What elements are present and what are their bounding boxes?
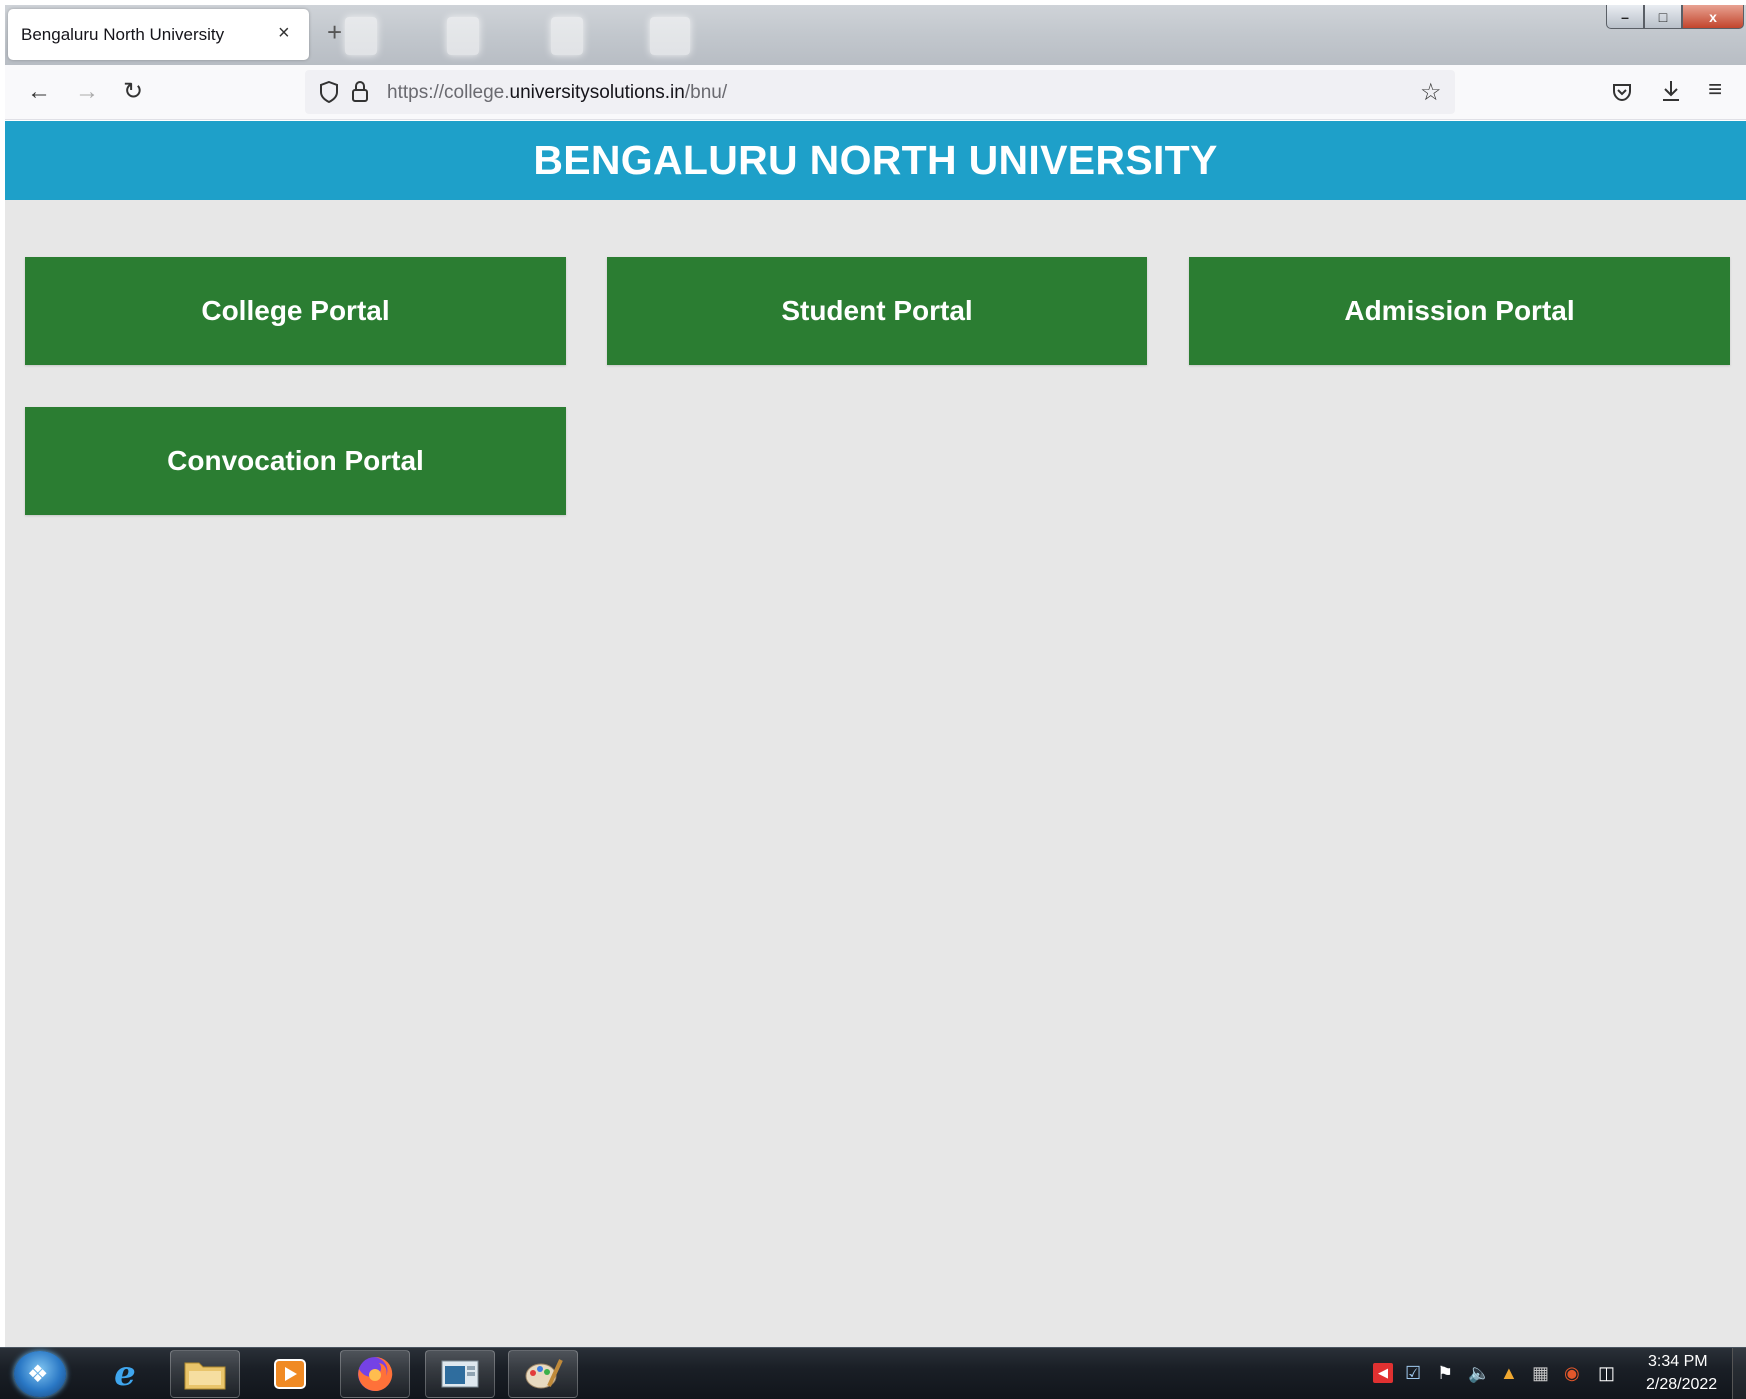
new-tab-button[interactable]: + <box>327 19 342 45</box>
portal-label: College Portal <box>201 295 390 326</box>
volume-icon[interactable]: 🔈 <box>1468 1363 1490 1383</box>
network-monitor-icon[interactable]: ◫ <box>1598 1363 1615 1383</box>
url-path: /bnu/ <box>684 82 728 103</box>
admission-portal-button[interactable]: Admission Portal <box>1189 257 1730 365</box>
close-tab-icon[interactable]: × <box>278 22 290 44</box>
portal-label: Student Portal <box>781 295 973 326</box>
screen: Bengaluru North University × + – □ x ← →… <box>0 0 1746 1399</box>
browser-tab[interactable]: Bengaluru North University × <box>8 9 309 60</box>
minimize-button[interactable]: – <box>1606 5 1644 29</box>
close-window-button[interactable]: x <box>1682 5 1744 29</box>
reload-icon[interactable]: ↻ <box>123 79 143 105</box>
page-content: BENGALURU NORTH UNIVERSITY College Porta… <box>5 121 1746 1347</box>
tab-title: Bengaluru North University <box>21 25 225 44</box>
show-desktop-button[interactable] <box>1732 1348 1746 1399</box>
file-explorer-icon[interactable] <box>170 1350 240 1398</box>
download-icon[interactable] <box>1660 79 1682 103</box>
pocket-icon[interactable] <box>1611 81 1633 103</box>
shield-icon[interactable] <box>319 81 339 103</box>
header-banner: BENGALURU NORTH UNIVERSITY <box>5 121 1746 200</box>
tray-app-icon[interactable]: ▲ <box>1500 1363 1518 1383</box>
url-bar[interactable]: https://college.universitysolutions.in/b… <box>305 70 1455 114</box>
student-portal-button[interactable]: Student Portal <box>607 257 1147 365</box>
forward-arrow-icon[interactable]: → <box>75 79 99 105</box>
blurred-icon <box>650 17 690 55</box>
url-domain: universitysolutions.in <box>509 82 685 103</box>
clock-date[interactable]: 2/28/2022 <box>1646 1376 1717 1394</box>
back-arrow-icon[interactable]: ← <box>27 79 51 105</box>
blurred-icon <box>345 17 377 55</box>
action-center-flag-icon[interactable]: ⚑ <box>1437 1363 1453 1383</box>
browser-tabstrip: Bengaluru North University × + – □ x <box>5 5 1746 65</box>
college-portal-button[interactable]: College Portal <box>25 257 566 365</box>
start-button[interactable]: ❖ <box>14 1351 66 1397</box>
window-app-icon[interactable] <box>425 1350 495 1398</box>
bookmark-star-icon[interactable]: ☆ <box>1420 78 1442 107</box>
page-title: BENGALURU NORTH UNIVERSITY <box>533 137 1218 183</box>
internet-explorer-icon[interactable]: e <box>90 1350 160 1398</box>
url-text: https://college.universitysolutions.in/b… <box>387 82 727 104</box>
windows-logo-icon: ❖ <box>27 1361 49 1388</box>
tray-app-icon[interactable]: ▦ <box>1532 1363 1549 1383</box>
clock-time[interactable]: 3:34 PM <box>1648 1353 1708 1371</box>
firefox-icon[interactable] <box>340 1350 410 1398</box>
blurred-icon <box>551 17 583 55</box>
lock-icon[interactable] <box>351 80 369 102</box>
portal-label: Admission Portal <box>1344 295 1575 326</box>
menu-icon[interactable]: ≡ <box>1708 77 1722 103</box>
convocation-portal-button[interactable]: Convocation Portal <box>25 407 566 515</box>
url-prefix: https://college. <box>387 82 510 103</box>
portal-label: Convocation Portal <box>167 445 424 476</box>
media-player-icon[interactable] <box>255 1350 325 1398</box>
blurred-icon <box>447 17 479 55</box>
maximize-button[interactable]: □ <box>1644 5 1682 29</box>
paint-icon[interactable] <box>508 1350 578 1398</box>
network-tray-icon[interactable]: ☑ <box>1405 1363 1421 1383</box>
red-tray-icon[interactable]: ◀ <box>1373 1363 1393 1383</box>
navigation-toolbar: ← → ↻ https://college.universitysolution… <box>5 65 1746 120</box>
windows-taskbar: ❖ e ◀ ☑ ⚑ 🔈 ▲ ▦ ◉ ◫ 3:34 PM 2/28/2022 <box>0 1347 1746 1399</box>
window-controls: – □ x <box>1606 5 1744 31</box>
tray-app-icon[interactable]: ◉ <box>1564 1363 1580 1383</box>
